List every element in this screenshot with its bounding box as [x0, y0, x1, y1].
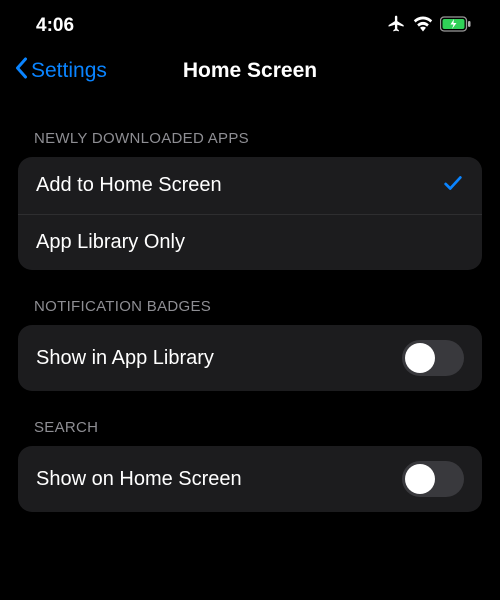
toggle-group: Show in App Library: [18, 325, 482, 391]
section-search: Search Show on Home Screen: [0, 419, 500, 512]
back-label: Settings: [31, 59, 107, 83]
toggle-knob: [405, 343, 435, 373]
toggle-show-in-app-library[interactable]: [402, 340, 464, 376]
nav-bar: Settings Home Screen: [0, 46, 500, 102]
battery-charging-icon: [440, 16, 472, 37]
section-header: Search: [18, 419, 482, 446]
section-header: Notification Badges: [18, 298, 482, 325]
option-add-to-home-screen[interactable]: Add to Home Screen: [18, 157, 482, 214]
status-icons: [387, 14, 472, 38]
airplane-icon: [387, 14, 406, 38]
row-show-in-app-library: Show in App Library: [18, 325, 482, 391]
section-newly-downloaded: Newly Downloaded Apps Add to Home Screen…: [0, 130, 500, 270]
option-label: App Library Only: [36, 231, 185, 254]
toggle-knob: [405, 464, 435, 494]
section-notification-badges: Notification Badges Show in App Library: [0, 298, 500, 391]
wifi-icon: [413, 16, 433, 37]
chevron-left-icon: [14, 57, 29, 85]
section-header: Newly Downloaded Apps: [18, 130, 482, 157]
option-group: Add to Home Screen App Library Only: [18, 157, 482, 270]
row-label: Show on Home Screen: [36, 468, 242, 491]
status-bar: 4:06: [0, 0, 500, 46]
row-label: Show in App Library: [36, 347, 214, 370]
toggle-show-on-home-screen[interactable]: [402, 461, 464, 497]
option-app-library-only[interactable]: App Library Only: [18, 214, 482, 270]
back-button[interactable]: Settings: [14, 57, 107, 85]
toggle-group: Show on Home Screen: [18, 446, 482, 512]
checkmark-icon: [442, 172, 464, 199]
row-show-on-home-screen: Show on Home Screen: [18, 446, 482, 512]
option-label: Add to Home Screen: [36, 174, 222, 197]
status-time: 4:06: [36, 15, 74, 37]
